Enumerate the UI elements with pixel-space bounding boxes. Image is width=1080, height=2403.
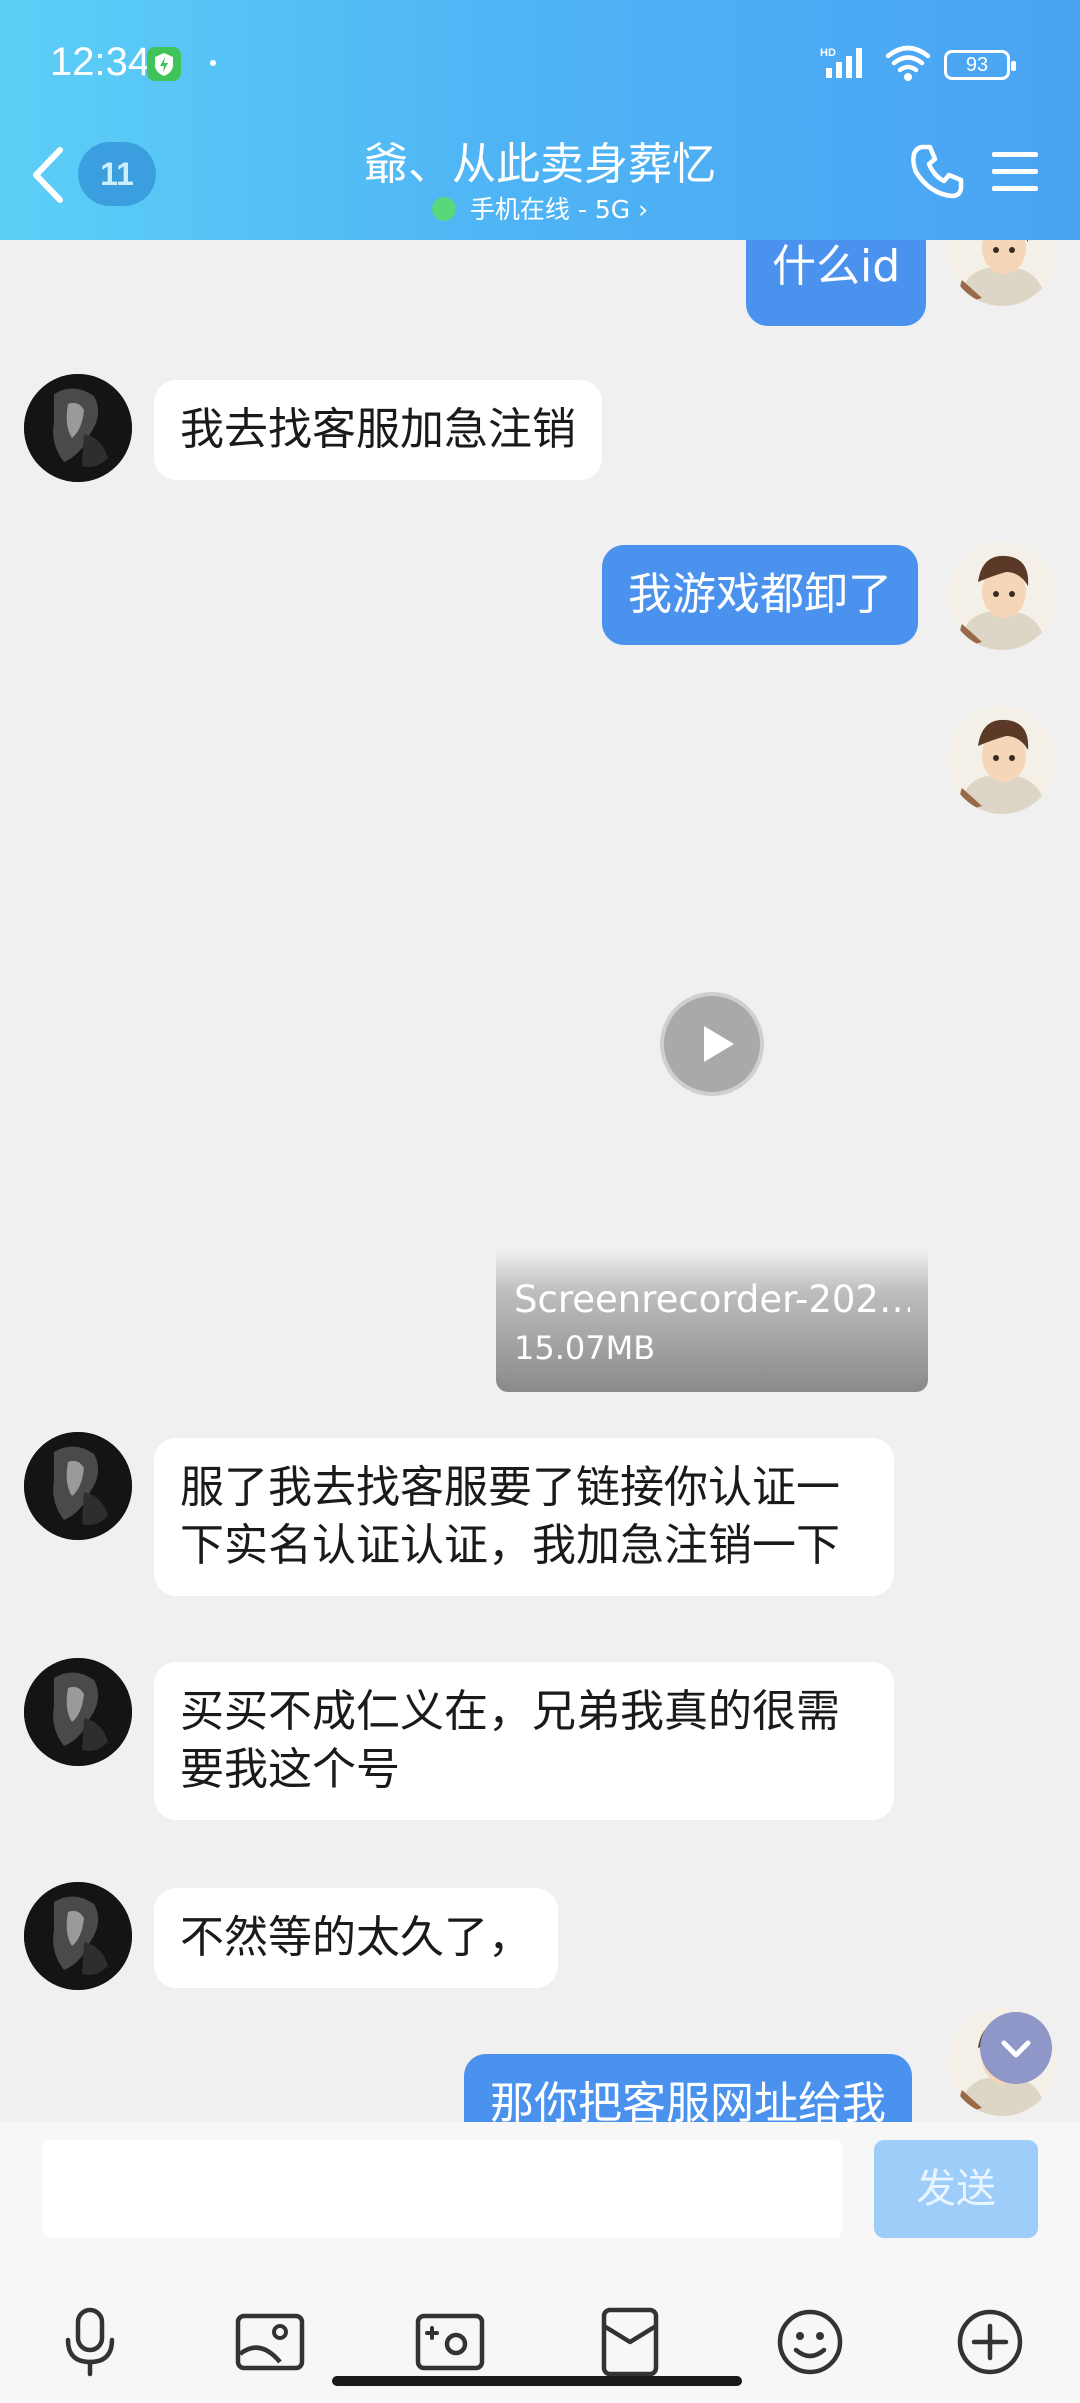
avatar-image xyxy=(24,1658,132,1766)
message-bubble[interactable]: 什么id xyxy=(746,240,927,326)
message-bubble[interactable]: 不然等的太久了， xyxy=(154,1888,558,1988)
battery-indicator: 93 xyxy=(944,50,1016,80)
avatar-image xyxy=(948,542,1056,650)
message-bubble[interactable]: 我去找客服加急注销 xyxy=(154,380,602,480)
status-bar: 12:34 HD 93 xyxy=(0,0,1080,130)
plus-icon[interactable] xyxy=(950,2302,1030,2382)
shield-icon xyxy=(147,47,181,81)
chat-header: 12:34 HD 93 11 爺、从此卖身葬忆 手机在线 - 5G › xyxy=(0,0,1080,240)
phone-icon[interactable] xyxy=(908,142,966,200)
image-icon[interactable] xyxy=(230,2302,310,2382)
avatar-image xyxy=(948,706,1056,814)
play-video-button[interactable] xyxy=(660,992,764,1096)
video-message[interactable]: Screenrecorder-202… 15.07MB xyxy=(496,1250,928,1392)
my-avatar[interactable] xyxy=(948,542,1056,650)
contact-avatar[interactable] xyxy=(24,1658,132,1766)
message-input[interactable] xyxy=(42,2140,842,2238)
contact-avatar[interactable] xyxy=(24,374,132,482)
avatar-image xyxy=(24,1432,132,1540)
status-time: 12:34 xyxy=(50,40,151,84)
menu-icon[interactable] xyxy=(990,150,1040,194)
chevron-right-icon: › xyxy=(638,195,649,224)
message-bubble[interactable]: 那你把客服网址给我 xyxy=(464,2054,912,2122)
video-file-size: 15.07MB xyxy=(514,1329,656,1367)
video-file-name: Screenrecorder-202… xyxy=(514,1278,910,1321)
microphone-icon[interactable] xyxy=(50,2302,130,2382)
send-button[interactable]: 发送 xyxy=(874,2140,1038,2238)
message-bubble[interactable]: 买买不成仁义在，兄弟我真的很需要我这个号 xyxy=(154,1662,894,1820)
emoji-icon[interactable] xyxy=(770,2302,850,2382)
contact-avatar[interactable] xyxy=(24,1882,132,1990)
avatar-image xyxy=(948,240,1056,306)
red-packet-icon[interactable] xyxy=(590,2302,670,2382)
chevron-down-icon xyxy=(1001,2040,1031,2058)
online-dot-icon xyxy=(431,197,456,221)
contact-avatar[interactable] xyxy=(24,1432,132,1540)
avatar-image xyxy=(24,1882,132,1990)
home-indicator[interactable] xyxy=(332,2376,742,2386)
message-bubble[interactable]: 我游戏都卸了 xyxy=(602,545,918,645)
message-bubble[interactable]: 服了我去找客服要了链接你认证一下实名认证认证，我加急注销一下 xyxy=(154,1438,894,1596)
scroll-to-bottom-button[interactable] xyxy=(980,2012,1052,2084)
svg-text:HD: HD xyxy=(820,47,836,59)
my-avatar[interactable] xyxy=(948,240,1056,306)
avatar-image xyxy=(24,374,132,482)
online-status-text: 手机在线 - 5G xyxy=(469,195,631,224)
signal-icon: HD xyxy=(820,47,862,78)
camera-icon[interactable] xyxy=(410,2302,490,2382)
input-bar: 发送 xyxy=(0,2122,1080,2403)
message-list[interactable]: 什么id 我去找客服加急注销 我游戏都卸了 Screenrecorder-202… xyxy=(0,240,1080,2122)
notification-dot xyxy=(210,60,216,66)
wifi-icon xyxy=(885,45,931,81)
my-avatar[interactable] xyxy=(948,706,1056,814)
